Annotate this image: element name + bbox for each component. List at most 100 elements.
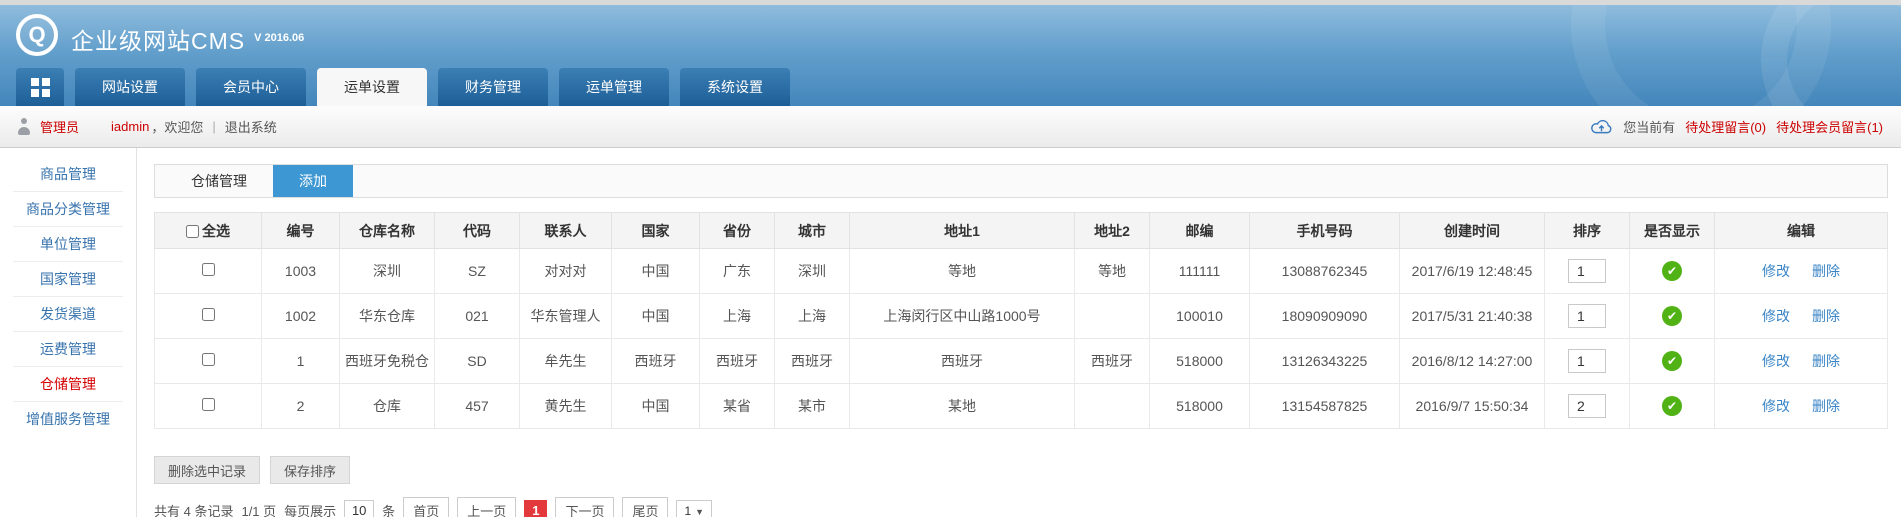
per-page-input[interactable] [344,500,374,517]
warehouse-table: 全选编号仓库名称代码联系人国家省份城市地址1地址2邮编手机号码创建时间排序是否显… [154,212,1888,429]
table-row: 1西班牙免税仓SD牟先生西班牙西班牙西班牙西班牙西班牙5180001312634… [155,339,1888,384]
select-all-checkbox[interactable] [186,225,199,238]
row-checkbox[interactable] [202,308,215,321]
first-page-button[interactable]: 首页 [403,497,449,517]
header-decor-circle-small [1761,5,1901,106]
column-header-7: 城市 [775,213,850,249]
cell-sort [1545,384,1630,429]
pending-messages-link[interactable]: 待处理留言(0) [1685,117,1766,136]
sidebar-item-1[interactable]: 商品分类管理 [0,198,136,220]
nav-tab-2[interactable]: 运单设置 [317,68,427,106]
row-select-cell [155,339,262,384]
sidebar-item-3[interactable]: 国家管理 [0,268,136,290]
select-all-label: 全选 [202,223,230,239]
edit-link[interactable]: 修改 [1762,353,1790,369]
last-page-button[interactable]: 尾页 [622,497,668,517]
sort-order-input[interactable] [1568,304,1606,328]
pending-member-messages-link[interactable]: 待处理会员留言(1) [1776,117,1883,136]
table-body: 1003深圳SZ对对对中国广东深圳等地等地1111111308876234520… [155,249,1888,429]
column-header-12: 创建时间 [1400,213,1545,249]
delete-link[interactable]: 删除 [1812,308,1840,324]
column-header-6: 省份 [700,213,775,249]
current-page-indicator[interactable]: 1 [524,500,547,517]
cell-address2: 西班牙 [1075,339,1150,384]
cell-province: 广东 [700,249,775,294]
content-tab-0[interactable]: 仓储管理 [165,165,273,197]
sidebar-item-6[interactable]: 仓储管理 [0,373,136,395]
sort-order-input[interactable] [1568,394,1606,418]
cell-contact: 华东管理人 [520,294,612,339]
cell-edit: 修改 删除 [1715,384,1888,429]
record-count-text: 共有 4 条记录 [154,501,233,517]
edit-link[interactable]: 修改 [1762,398,1790,414]
row-checkbox[interactable] [202,353,215,366]
prev-page-button[interactable]: 上一页 [457,497,516,517]
row-checkbox[interactable] [202,263,215,276]
table-header-row: 全选编号仓库名称代码联系人国家省份城市地址1地址2邮编手机号码创建时间排序是否显… [155,213,1888,249]
cell-country: 中国 [612,249,700,294]
save-sort-button[interactable]: 保存排序 [270,456,350,484]
app-title: 企业级网站CMS [71,22,245,56]
sidebar-item-2[interactable]: 单位管理 [0,233,136,255]
column-header-13: 排序 [1545,213,1630,249]
grid-icon [31,78,50,97]
column-header-14: 是否显示 [1630,213,1715,249]
sidebar-item-0[interactable]: 商品管理 [0,163,136,185]
page-jump-select[interactable]: 1▼ [676,500,712,517]
user-bar: 管理员 iadmin ，欢迎您 | 退出系统 您当前有 待处理留言(0) 待处理… [0,106,1901,148]
sidebar-divider [13,296,123,297]
delete-selected-button[interactable]: 删除选中记录 [154,456,260,484]
cell-name: 西班牙免税仓 [340,339,435,384]
delete-link[interactable]: 删除 [1812,398,1840,414]
sidebar-divider [13,401,123,402]
edit-link[interactable]: 修改 [1762,263,1790,279]
per-page-prefix: 每页展示 [284,501,336,517]
sidebar-item-5[interactable]: 运费管理 [0,338,136,360]
cell-phone: 13154587825 [1250,384,1400,429]
cell-edit: 修改 删除 [1715,294,1888,339]
row-select-cell [155,294,262,339]
cell-address2 [1075,294,1150,339]
cell-id: 1 [262,339,340,384]
row-checkbox[interactable] [202,398,215,411]
app-version: V 2016.06 [254,32,304,44]
content-tab-1[interactable]: 添加 [273,165,353,197]
cell-edit: 修改 删除 [1715,339,1888,384]
cloud-upload-icon [1590,118,1613,135]
cell-province: 西班牙 [700,339,775,384]
nav-tab-0[interactable]: 网站设置 [75,68,185,106]
nav-tab-4[interactable]: 运单管理 [559,68,669,106]
sort-order-input[interactable] [1568,349,1606,373]
cell-id: 2 [262,384,340,429]
cell-contact: 对对对 [520,249,612,294]
logout-link[interactable]: 退出系统 [225,117,277,136]
next-page-button[interactable]: 下一页 [555,497,614,517]
sort-order-input[interactable] [1568,259,1606,283]
cell-sort [1545,339,1630,384]
cell-city: 某市 [775,384,850,429]
cell-phone: 13088762345 [1250,249,1400,294]
cell-sort [1545,249,1630,294]
delete-link[interactable]: 删除 [1812,263,1840,279]
sidebar-item-7[interactable]: 增值服务管理 [0,408,136,430]
cell-address1: 上海闵行区中山路1000号 [850,294,1075,339]
nav-tab-1[interactable]: 会员中心 [196,68,306,106]
cell-created: 2016/9/7 15:50:34 [1400,384,1545,429]
column-header-8: 地址1 [850,213,1075,249]
delete-link[interactable]: 删除 [1812,353,1840,369]
userbar-divider: | [212,119,215,134]
pagination: 共有 4 条记录 1/1 页 每页展示 条 首页 上一页 1 下一页 尾页 1▼ [154,497,1888,517]
table-row: 1002华东仓库021华东管理人中国上海上海上海闵行区中山路1000号10001… [155,294,1888,339]
sidebar-divider [13,366,123,367]
page-body: 商品管理商品分类管理单位管理国家管理发货渠道运费管理仓储管理增值服务管理 仓储管… [0,148,1901,517]
nav-tab-5[interactable]: 系统设置 [680,68,790,106]
sidebar-divider [13,261,123,262]
cell-address1: 西班牙 [850,339,1075,384]
sidebar-item-4[interactable]: 发货渠道 [0,303,136,325]
sidebar-divider [13,191,123,192]
cell-province: 某省 [700,384,775,429]
edit-link[interactable]: 修改 [1762,308,1790,324]
home-grid-button[interactable] [16,68,64,106]
nav-tab-3[interactable]: 财务管理 [438,68,548,106]
check-circle-icon: ✔ [1662,306,1682,326]
